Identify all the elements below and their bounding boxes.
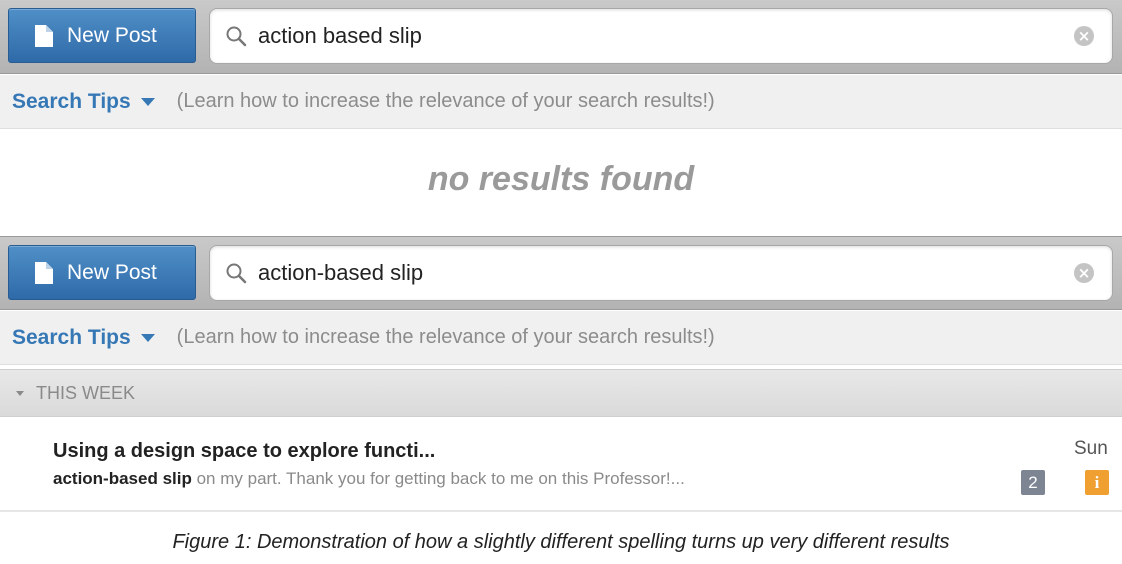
- document-icon: [35, 24, 53, 47]
- toolbar: New Post ×: [0, 0, 1122, 74]
- info-icon: i: [1085, 470, 1109, 495]
- search-tips-toggle[interactable]: Search Tips: [12, 326, 155, 350]
- search-box[interactable]: ×: [209, 245, 1113, 301]
- search-tips-toggle[interactable]: Search Tips: [12, 90, 155, 114]
- search-tips-bar: Search Tips (Learn how to increase the r…: [0, 311, 1122, 365]
- result-list-item[interactable]: Using a design space to explore functi..…: [0, 418, 1122, 512]
- search-tips-description: (Learn how to increase the relevance of …: [176, 326, 715, 348]
- search-tips-bar: Search Tips (Learn how to increase the r…: [0, 75, 1122, 129]
- triangle-down-icon: [16, 390, 24, 396]
- new-post-button[interactable]: New Post: [8, 245, 196, 300]
- clear-icon[interactable]: ×: [1074, 26, 1094, 46]
- reply-count-badge: 2: [1021, 470, 1045, 495]
- figure-caption: Figure 1: Demonstration of how a slightl…: [172, 531, 950, 553]
- search-tips-description: (Learn how to increase the relevance of …: [176, 90, 715, 112]
- search-tips-label: Search Tips: [12, 325, 131, 349]
- result-date: Sun: [1074, 438, 1108, 459]
- search-icon: [224, 24, 248, 48]
- document-icon: [35, 261, 53, 284]
- caret-down-icon: [140, 333, 155, 342]
- result-title: Using a design space to explore functi..…: [53, 440, 436, 462]
- search-input[interactable]: [258, 23, 1038, 49]
- search-box[interactable]: ×: [209, 8, 1113, 64]
- result-snippet: action-based slip on my part. Thank you …: [53, 469, 685, 489]
- search-input[interactable]: [258, 260, 1038, 286]
- new-post-button[interactable]: New Post: [8, 8, 196, 63]
- empty-state-message: no results found: [427, 160, 695, 198]
- clear-icon[interactable]: ×: [1074, 263, 1094, 283]
- caret-down-icon: [140, 97, 155, 106]
- new-post-label: New Post: [67, 23, 157, 47]
- new-post-label: New Post: [67, 260, 157, 284]
- result-snippet-highlight: action-based slip: [53, 469, 192, 488]
- search-icon: [224, 261, 248, 285]
- result-snippet-text: on my part. Thank you for getting back t…: [191, 469, 685, 488]
- group-header-label: THIS WEEK: [36, 382, 136, 403]
- toolbar: New Post ×: [0, 236, 1122, 310]
- group-header-this-week[interactable]: THIS WEEK: [0, 369, 1122, 417]
- search-tips-label: Search Tips: [12, 89, 131, 113]
